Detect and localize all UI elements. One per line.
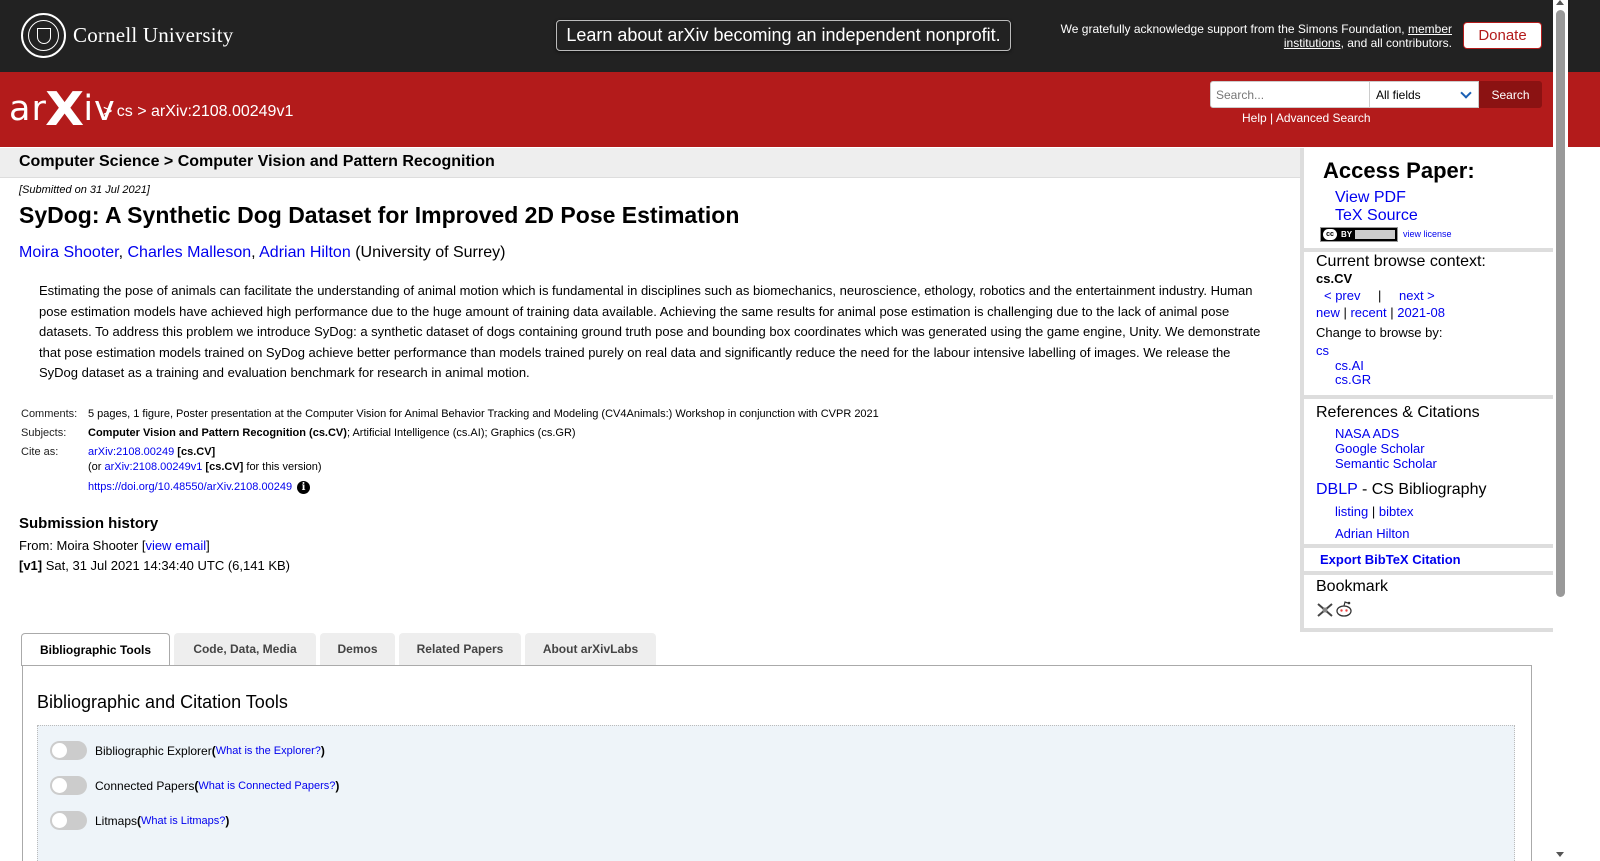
comments-label: Comments:: [21, 408, 78, 420]
author-link[interactable]: Moira Shooter: [19, 244, 119, 261]
cite-id-link[interactable]: arXiv:2108.00249: [88, 446, 174, 458]
browse-cs-ai-link[interactable]: cs.AI: [1335, 358, 1364, 373]
browse-cs-link[interactable]: cs: [1316, 343, 1329, 358]
new-link[interactable]: new: [1316, 305, 1340, 320]
what-is-connected-papers-link[interactable]: What is Connected Papers?: [198, 780, 335, 792]
view-email-link[interactable]: view email: [145, 538, 206, 553]
browse-cs-gr-link[interactable]: cs.GR: [1335, 372, 1371, 387]
cite-version-link[interactable]: arXiv:2108.00249v1: [105, 461, 203, 473]
dblp-title: DBLP - CS Bibliography: [1316, 481, 1487, 498]
submission-date: [Submitted on 31 Jul 2021]: [19, 184, 150, 196]
cornell-logo[interactable]: Cornell University: [21, 13, 234, 58]
scroll-down-icon[interactable]: [1556, 852, 1564, 857]
tab-demos[interactable]: Demos: [320, 633, 395, 665]
metadata-table: Comments: 5 pages, 1 figure, Poster pres…: [20, 405, 880, 497]
paper-title: SyDog: A Synthetic Dog Dataset for Impro…: [19, 202, 740, 228]
explorer-toggle[interactable]: [50, 741, 87, 760]
cc-icon: cc: [1323, 229, 1337, 240]
browse-context-value: cs.CV: [1316, 271, 1353, 286]
top-banner: Cornell University Learn about arXiv bec…: [0, 0, 1600, 72]
sidebar-divider: [1304, 571, 1556, 575]
subject-heading: Computer Science > Computer Vision and P…: [0, 148, 1300, 178]
cornell-name: Cornell University: [73, 23, 234, 47]
bookmark-title: Bookmark: [1316, 578, 1389, 595]
next-link[interactable]: next >: [1399, 288, 1435, 303]
export-bibtex-link[interactable]: Export BibTeX Citation: [1320, 552, 1461, 567]
tab-code-data-media[interactable]: Code, Data, Media: [174, 633, 316, 665]
sidebar-divider: [1304, 248, 1556, 252]
prev-link[interactable]: < prev: [1324, 288, 1361, 303]
authors: Moira Shooter, Charles Malleson, Adrian …: [19, 244, 506, 261]
search-input[interactable]: Search...: [1210, 81, 1370, 108]
connected-papers-toggle[interactable]: [50, 776, 87, 795]
subjects-label: Subjects:: [21, 427, 67, 439]
info-icon[interactable]: i: [297, 481, 311, 494]
access-paper-title: Access Paper:: [1323, 158, 1475, 183]
author-link[interactable]: Adrian Hilton: [259, 244, 351, 261]
help-link[interactable]: Help: [1242, 111, 1267, 125]
version-v1: [v1] Sat, 31 Jul 2021 14:34:40 UTC (6,14…: [19, 558, 290, 573]
what-is-explorer-link[interactable]: What is the Explorer?: [216, 745, 321, 757]
cite-value: arXiv:2108.00249 [cs.CV] (or arXiv:2108.…: [88, 446, 322, 494]
tab-bibliographic-tools[interactable]: Bibliographic Tools: [21, 633, 170, 666]
chevron-down-icon: [1460, 87, 1472, 99]
breadcrumb[interactable]: > cs > arXiv:2108.00249v1: [103, 103, 293, 121]
learn-nonprofit-button[interactable]: Learn about arXiv becoming an independen…: [556, 20, 1011, 51]
nasa-ads-link[interactable]: NASA ADS: [1335, 426, 1399, 441]
tab-related-papers[interactable]: Related Papers: [399, 633, 521, 665]
litmaps-toggle[interactable]: [50, 811, 87, 830]
dblp-link[interactable]: DBLP: [1316, 481, 1358, 498]
tool-row-connected-papers: Connected Papers (What is Connected Pape…: [50, 776, 339, 795]
search-button[interactable]: Search: [1479, 81, 1542, 108]
cornell-seal-icon: [21, 13, 66, 58]
tools-title: Bibliographic and Citation Tools: [37, 692, 288, 712]
abstract: Estimating the pose of animals can facil…: [39, 283, 1261, 381]
browse-context-title: Current browse context:: [1316, 253, 1486, 270]
tool-row-litmaps: Litmaps (What is Litmaps?): [50, 811, 229, 830]
semantic-scholar-link[interactable]: Semantic Scholar: [1335, 456, 1437, 471]
author-link[interactable]: Charles Malleson: [128, 244, 252, 261]
submission-from: From: Moira Shooter [view email]: [19, 538, 210, 553]
view-pdf-link[interactable]: View PDF: [1335, 189, 1406, 207]
search-field-select[interactable]: All fields: [1369, 81, 1479, 108]
comments-value: 5 pages, 1 figure, Poster presentation a…: [88, 408, 879, 420]
dblp-bibtex-link[interactable]: bibtex: [1379, 504, 1414, 519]
scroll-thumb[interactable]: [1556, 10, 1565, 597]
reddit-icon[interactable]: [1335, 600, 1353, 618]
affiliation: (University of Surrey): [355, 244, 506, 261]
view-license-link[interactable]: view license: [1403, 229, 1452, 239]
what-is-litmaps-link[interactable]: What is Litmaps?: [141, 815, 225, 827]
change-browse-label: Change to browse by:: [1316, 325, 1443, 340]
tex-source-link[interactable]: TeX Source: [1335, 207, 1418, 225]
dblp-listing-link[interactable]: listing: [1335, 504, 1368, 519]
advanced-search-link[interactable]: Advanced Search: [1276, 111, 1371, 125]
google-scholar-link[interactable]: Google Scholar: [1335, 441, 1425, 456]
cc-by-license-badge[interactable]: cc BY: [1320, 227, 1398, 242]
sidebar-divider: [1304, 544, 1556, 548]
tab-about-arxivlabs[interactable]: About arXivLabs: [525, 633, 656, 665]
doi-link[interactable]: https://doi.org/10.48550/arXiv.2108.0024…: [88, 481, 292, 493]
support-text: We gratefully acknowledge support from t…: [1060, 22, 1452, 50]
labs-tabs: Bibliographic Tools Code, Data, Media De…: [21, 633, 660, 666]
tool-row-explorer: Bibliographic Explorer (What is the Expl…: [50, 741, 325, 760]
subjects-value: Computer Vision and Pattern Recognition …: [88, 427, 576, 439]
help-links: Help | Advanced Search: [1242, 111, 1371, 125]
scroll-up-icon[interactable]: [1556, 0, 1564, 5]
arxiv-logo[interactable]: ar Xiv: [9, 86, 116, 132]
cite-label: Cite as:: [21, 446, 59, 458]
dblp-links: listing | bibtex: [1335, 504, 1414, 519]
bibsonomy-icon[interactable]: [1316, 602, 1334, 618]
sidebar-divider: [1304, 395, 1556, 399]
submission-history-title: Submission history: [19, 515, 159, 532]
dblp-author-link[interactable]: Adrian Hilton: [1335, 526, 1409, 541]
donate-button[interactable]: Donate: [1463, 22, 1542, 49]
browse-links: new | recent | 2021-08: [1316, 305, 1445, 320]
month-link[interactable]: 2021-08: [1397, 305, 1445, 320]
references-title: References & Citations: [1316, 404, 1480, 421]
sidebar-divider: [1304, 628, 1556, 632]
nav-separator: |: [1378, 288, 1382, 303]
recent-link[interactable]: recent: [1350, 305, 1386, 320]
